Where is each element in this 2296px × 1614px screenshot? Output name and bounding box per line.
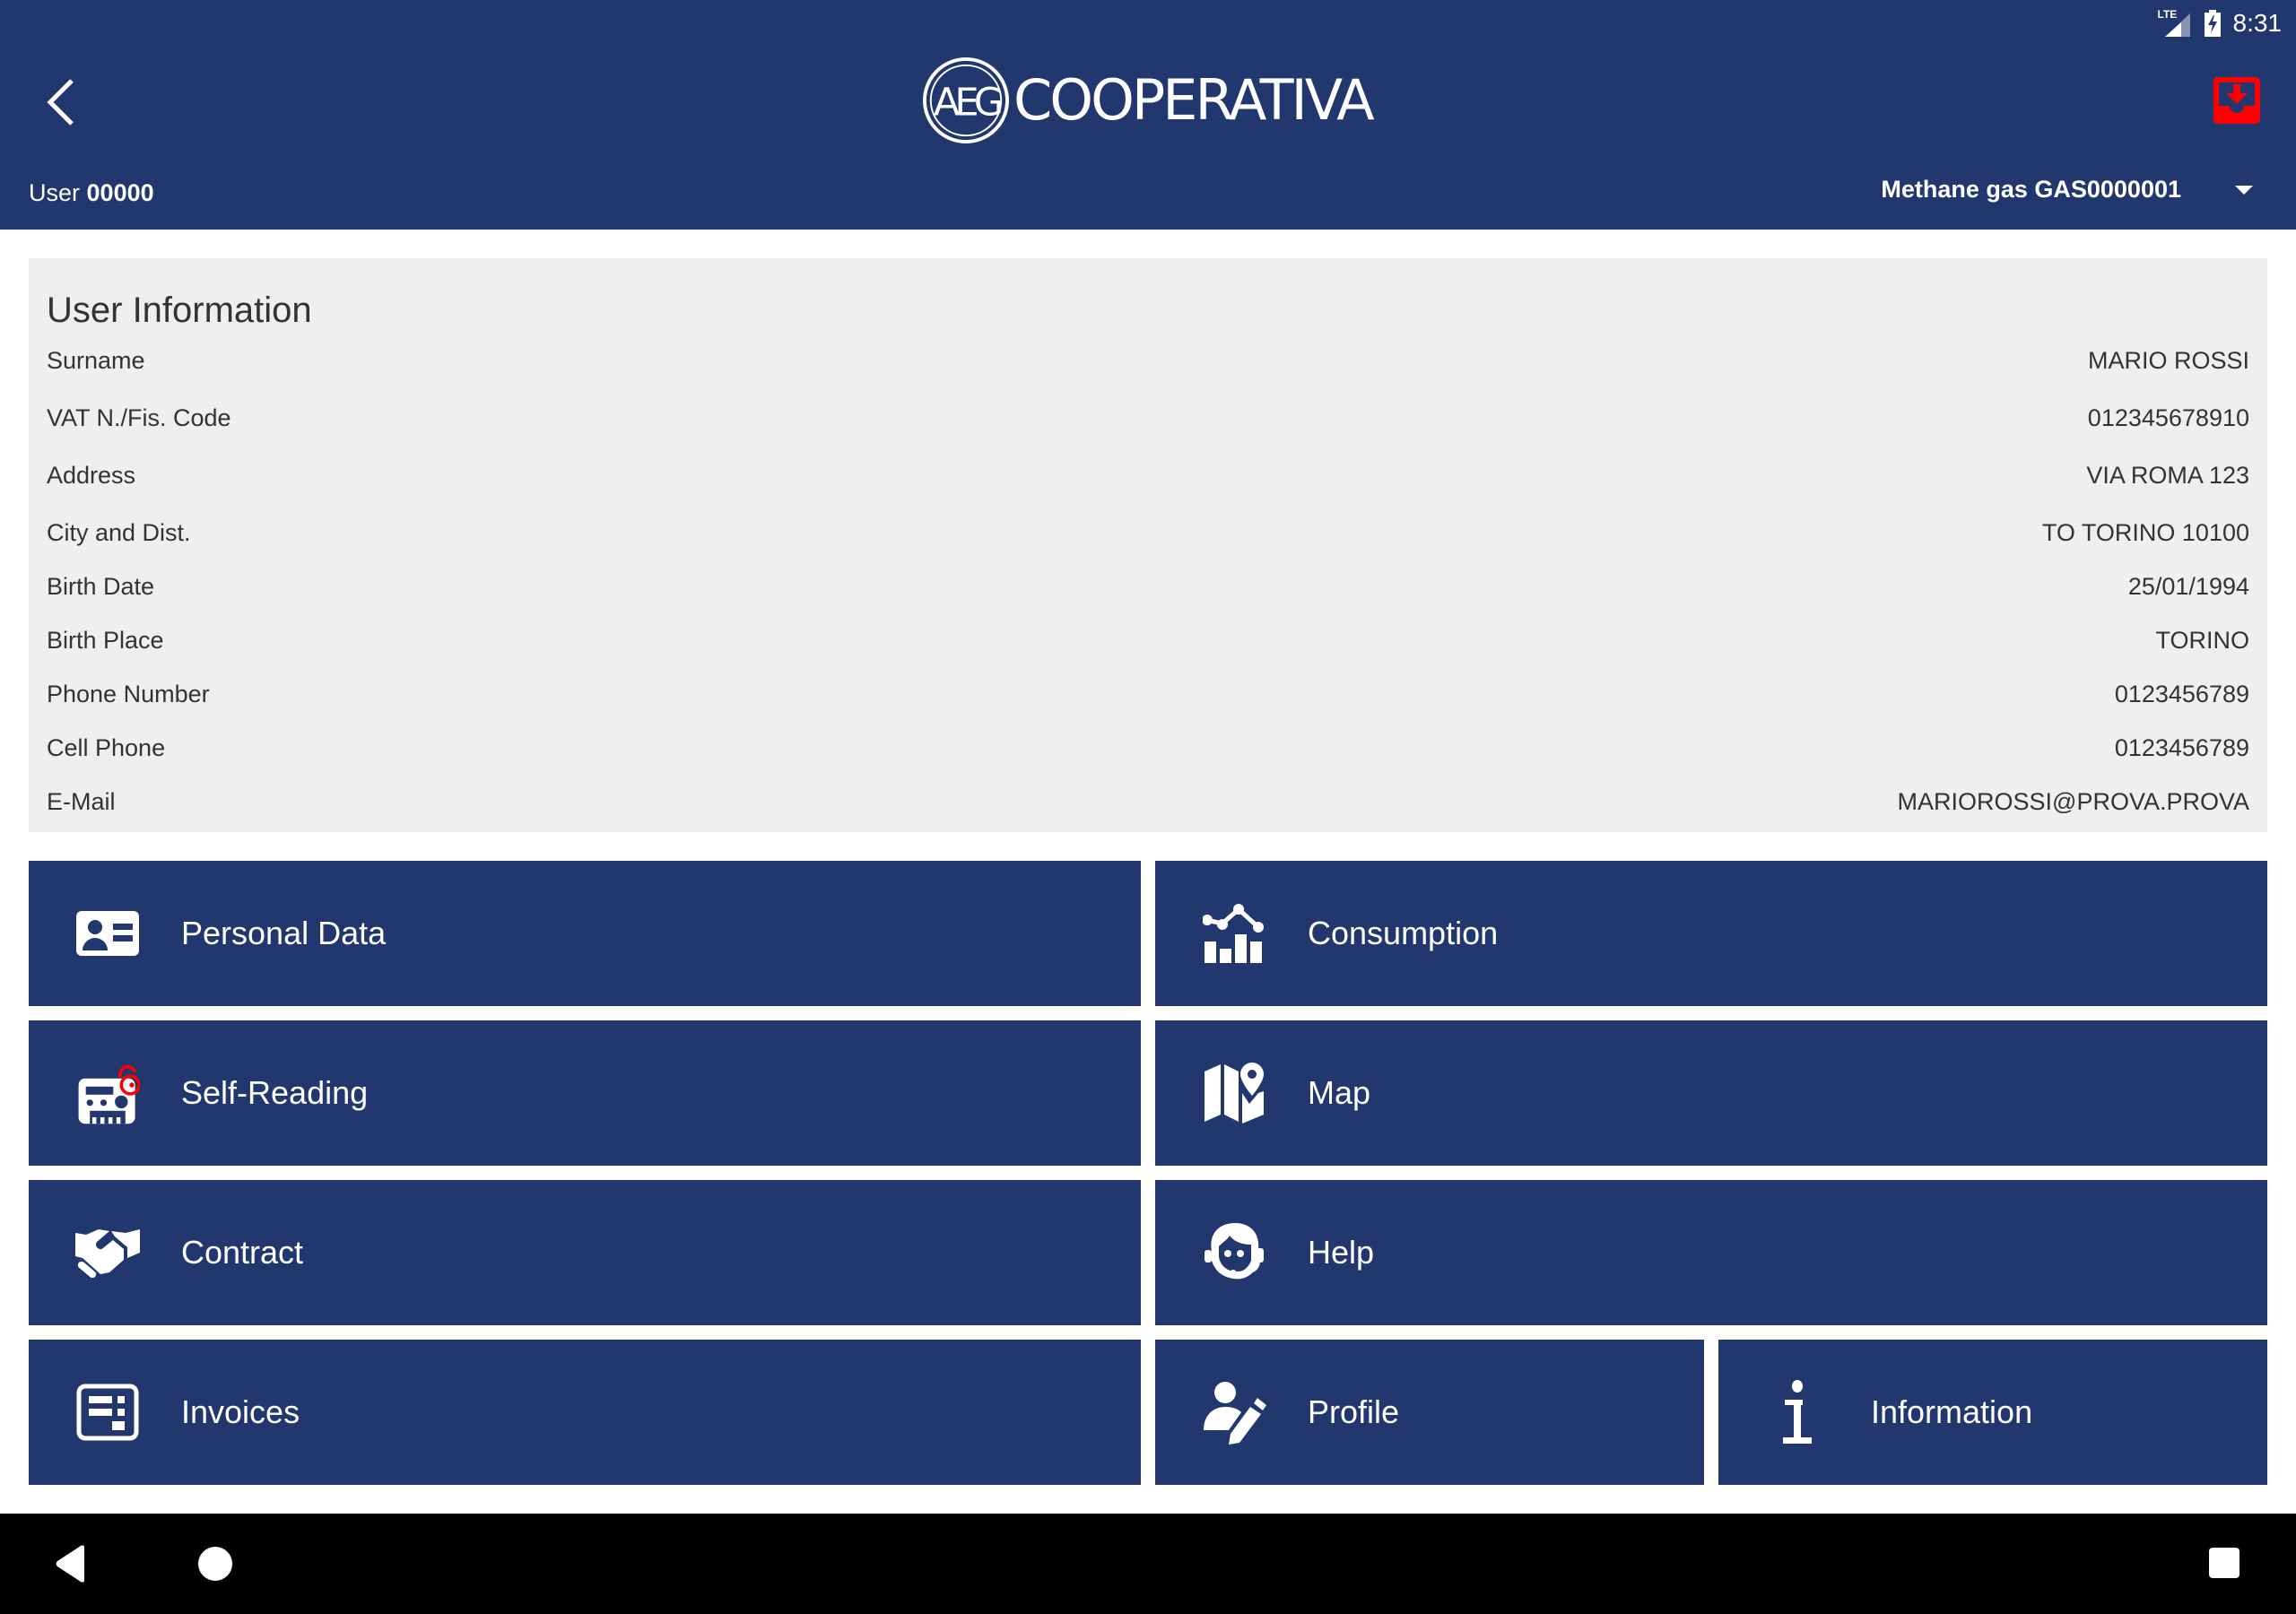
tile-help[interactable]: Help xyxy=(1155,1180,2267,1325)
tile-label: Profile xyxy=(1308,1393,1400,1430)
tile-consumption[interactable]: Consumption xyxy=(1155,861,2267,1006)
tile-information[interactable]: Information xyxy=(1718,1340,2267,1485)
info-value: VIA ROMA 123 xyxy=(2086,461,2249,489)
tile-label: Self-Reading xyxy=(181,1074,369,1111)
info-icon xyxy=(1765,1380,1830,1445)
headset-icon xyxy=(1202,1220,1266,1285)
user-information-card: User Information Surname MARIO ROSSI VAT… xyxy=(29,258,2267,832)
info-value: MARIOROSSI@PROVA.PROVA xyxy=(1897,787,2249,815)
tile-label: Information xyxy=(1871,1393,2033,1430)
tile-label: Consumption xyxy=(1308,915,1499,951)
tile-map[interactable]: Map xyxy=(1155,1020,2267,1166)
user-edit-icon xyxy=(1202,1380,1266,1445)
tile-self-reading[interactable]: Self-Reading xyxy=(29,1020,1141,1166)
info-value: 0123456789 xyxy=(2114,680,2249,707)
tile-contract[interactable]: Contract xyxy=(29,1180,1141,1325)
app-header: LTE 8:31 AEG COOPERATIVA User 00000 Meth… xyxy=(0,0,2296,230)
tile-profile[interactable]: Profile xyxy=(1155,1340,1704,1485)
tile-label: Contract xyxy=(181,1234,304,1271)
info-row-surname: Surname MARIO ROSSI xyxy=(47,343,2249,378)
nav-recents-button[interactable] xyxy=(2209,1548,2239,1578)
info-row-birth-place: Birth Place TORINO xyxy=(47,622,2249,658)
tile-label: Invoices xyxy=(181,1393,300,1430)
info-row-city: City and Dist. TO TORINO 10100 xyxy=(47,515,2249,551)
info-value: MARIO ROSSI xyxy=(2087,346,2249,374)
user-id-line: User 00000 xyxy=(29,179,154,207)
tile-label: Help xyxy=(1308,1234,1375,1271)
info-value: TO TORINO 10100 xyxy=(2041,518,2249,546)
info-label: Cell Phone xyxy=(47,733,166,761)
invoice-icon xyxy=(75,1380,140,1445)
info-label: Birth Place xyxy=(47,626,164,654)
meter-icon xyxy=(75,1061,140,1125)
info-label: VAT N./Fis. Code xyxy=(47,404,231,431)
logo-text: COOPERATIVA xyxy=(1013,67,1375,133)
info-row-vat: VAT N./Fis. Code 012345678910 xyxy=(47,400,2249,436)
info-row-birth-date: Birth Date 25/01/1994 xyxy=(47,568,2249,604)
nav-home-button[interactable] xyxy=(198,1547,232,1581)
dropdown-caret-icon xyxy=(2235,185,2253,195)
user-id: 00000 xyxy=(86,179,154,206)
info-label: E-Mail xyxy=(47,787,116,815)
supply-dropdown[interactable]: Methane gas GAS0000001 xyxy=(1881,176,2253,204)
info-value: TORINO xyxy=(2155,626,2249,654)
info-label: City and Dist. xyxy=(47,518,191,546)
battery-charging-icon xyxy=(2204,10,2221,37)
card-title: User Information xyxy=(47,291,312,330)
nav-back-button[interactable] xyxy=(52,1544,91,1584)
info-row-email: E-Mail MARIOROSSI@PROVA.PROVA xyxy=(47,784,2249,820)
info-value: 25/01/1994 xyxy=(2127,572,2249,600)
info-row-address: Address VIA ROMA 123 xyxy=(47,457,2249,493)
signal-icon: LTE xyxy=(2158,8,2192,37)
info-label: Birth Date xyxy=(47,572,155,600)
tile-label: Map xyxy=(1308,1074,1371,1111)
tile-invoices[interactable]: Invoices xyxy=(29,1340,1141,1485)
id-card-icon xyxy=(75,901,140,966)
info-label: Surname xyxy=(47,346,145,374)
download-button[interactable] xyxy=(2212,75,2262,126)
logo-monogram: AEG xyxy=(934,81,1001,126)
tile-label: Personal Data xyxy=(181,915,387,951)
system-nav-bar xyxy=(0,1514,2296,1614)
user-label: User xyxy=(29,179,81,206)
inbox-download-icon xyxy=(2213,77,2260,124)
handshake-icon xyxy=(75,1220,140,1285)
aeg-monogram-icon: AEG xyxy=(922,56,1010,144)
map-pin-icon xyxy=(1202,1061,1266,1125)
chart-icon xyxy=(1202,901,1266,966)
back-button[interactable] xyxy=(36,70,86,134)
info-row-phone: Phone Number 0123456789 xyxy=(47,676,2249,712)
info-value: 012345678910 xyxy=(2087,404,2249,431)
clock: 8:31 xyxy=(2232,9,2283,37)
supply-selected-value: Methane gas GAS0000001 xyxy=(1881,176,2181,203)
tile-personal-data[interactable]: Personal Data xyxy=(29,861,1141,1006)
info-row-cell-phone: Cell Phone 0123456789 xyxy=(47,730,2249,766)
brand-logo: AEG COOPERATIVA xyxy=(922,56,1375,145)
status-bar: LTE 8:31 xyxy=(2158,5,2283,41)
info-label: Phone Number xyxy=(47,680,210,707)
info-value: 0123456789 xyxy=(2114,733,2249,761)
chevron-left-icon xyxy=(47,79,74,126)
info-label: Address xyxy=(47,461,136,489)
